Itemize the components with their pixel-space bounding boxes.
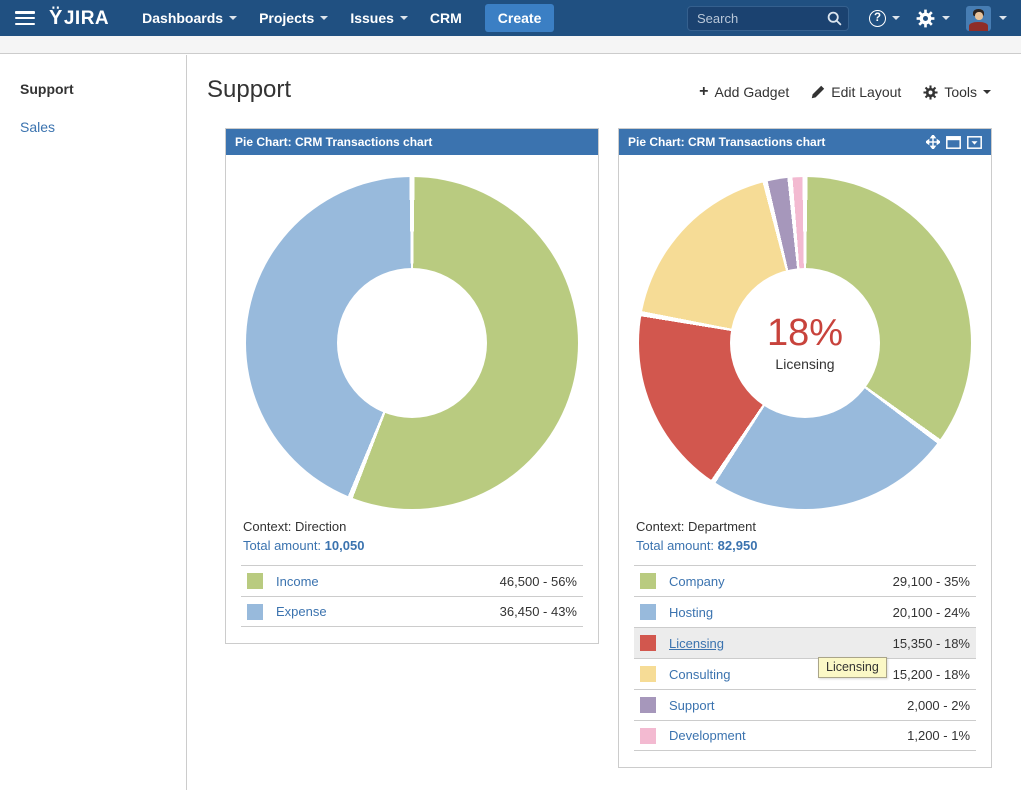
legend-link[interactable]: Development xyxy=(669,728,746,743)
total-amount-line: Total amount: 10,050 xyxy=(243,538,581,553)
gadget-title: Pie Chart: CRM Transactions chart xyxy=(235,135,432,149)
legend-value: 1,200 - 1% xyxy=(907,728,970,743)
edit-layout-button[interactable]: Edit Layout xyxy=(811,84,901,100)
legend-link[interactable]: Hosting xyxy=(669,605,713,620)
expense-swatch xyxy=(247,604,263,620)
move-gadget-icon[interactable] xyxy=(926,135,940,149)
chevron-down-icon xyxy=(400,16,408,20)
dashboard-sidebar: Support Sales xyxy=(0,55,187,790)
avatar xyxy=(966,6,991,31)
plus-icon: + xyxy=(699,83,708,101)
chevron-down-icon xyxy=(983,90,991,94)
search-icon[interactable] xyxy=(827,11,842,26)
legend-table: Company 29,100 - 35% Hosting 20,100 - 24… xyxy=(634,565,976,751)
legend-row-company[interactable]: Company 29,100 - 35% xyxy=(634,565,976,596)
legend-row-licensing[interactable]: Licensing 15,350 - 18% xyxy=(634,627,976,658)
context-line: Context: Direction xyxy=(243,519,581,534)
nav-dashboards[interactable]: Dashboards xyxy=(131,0,248,36)
legend-row-development[interactable]: Development 1,200 - 1% xyxy=(634,720,976,751)
gadget-pie-chart-department: Pie Chart: CRM Transactions chart xyxy=(618,128,992,768)
tools-menu-button[interactable]: Tools xyxy=(923,84,991,100)
legend-row-consulting[interactable]: Consulting 15,200 - 18% xyxy=(634,658,976,689)
admin-settings-menu[interactable] xyxy=(916,9,950,28)
gear-icon xyxy=(916,9,935,28)
legend-link[interactable]: Income xyxy=(276,574,319,589)
development-swatch xyxy=(640,728,656,744)
subheader-strip xyxy=(0,36,1021,54)
hosting-swatch xyxy=(640,604,656,620)
consulting-swatch xyxy=(640,666,656,682)
center-segment-label: Licensing xyxy=(775,356,834,372)
legend-value: 15,350 - 18% xyxy=(893,636,970,651)
licensing-tooltip: Licensing xyxy=(818,657,887,678)
total-amount-line: Total amount: 82,950 xyxy=(636,538,974,553)
legend-row-hosting[interactable]: Hosting 20,100 - 24% xyxy=(634,596,976,627)
app-switcher-icon[interactable] xyxy=(15,11,35,25)
sidebar-item-support[interactable]: Support xyxy=(20,81,186,97)
top-navbar: Ÿ JIRA Dashboards Projects Issues CRM Cr… xyxy=(0,0,1021,36)
legend-value: 29,100 - 35% xyxy=(893,574,970,589)
legend-row-support[interactable]: Support 2,000 - 2% xyxy=(634,689,976,720)
company-swatch xyxy=(640,573,656,589)
gadget-header[interactable]: Pie Chart: CRM Transactions chart xyxy=(226,129,598,155)
context-line: Context: Department xyxy=(636,519,974,534)
legend-value: 20,100 - 24% xyxy=(893,605,970,620)
legend-link[interactable]: Consulting xyxy=(669,667,730,682)
maximize-gadget-icon[interactable] xyxy=(946,136,961,149)
legend-value: 15,200 - 18% xyxy=(893,667,970,682)
legend-table: Income 46,500 - 56% Expense 36,450 - 43% xyxy=(241,565,583,627)
legend-link[interactable]: Support xyxy=(669,698,715,713)
legend-row-expense[interactable]: Expense 36,450 - 43% xyxy=(241,596,583,627)
page-title: Support xyxy=(207,76,291,104)
help-menu[interactable]: ? xyxy=(869,10,900,27)
nav-crm[interactable]: CRM xyxy=(419,0,473,36)
gadget-pie-chart-direction: Pie Chart: CRM Transactions chart Contex… xyxy=(225,128,599,644)
chevron-down-icon xyxy=(999,16,1007,20)
gear-icon xyxy=(923,85,938,100)
center-percent-label: 18% xyxy=(767,314,843,354)
pencil-icon xyxy=(811,85,825,99)
gadget-title: Pie Chart: CRM Transactions chart xyxy=(628,135,825,149)
legend-link[interactable]: Licensing xyxy=(669,636,724,651)
legend-link[interactable]: Company xyxy=(669,574,725,589)
licensing-swatch xyxy=(640,635,656,651)
donut-chart-department[interactable]: 18% Licensing xyxy=(639,177,971,509)
gadget-menu-icon[interactable] xyxy=(967,136,982,149)
create-button[interactable]: Create xyxy=(485,4,555,32)
gadget-header[interactable]: Pie Chart: CRM Transactions chart xyxy=(619,129,991,155)
donut-chart-direction[interactable] xyxy=(246,177,578,509)
jira-logo-mark: Ÿ xyxy=(49,7,63,30)
legend-row-income[interactable]: Income 46,500 - 56% xyxy=(241,565,583,596)
add-gadget-button[interactable]: + Add Gadget xyxy=(699,83,789,101)
income-swatch xyxy=(247,573,263,589)
search-input[interactable] xyxy=(687,6,849,31)
chevron-down-icon xyxy=(320,16,328,20)
sidebar-item-sales[interactable]: Sales xyxy=(20,119,186,135)
jira-logo-text: JIRA xyxy=(64,8,109,30)
legend-value: 2,000 - 2% xyxy=(907,698,970,713)
chevron-down-icon xyxy=(942,16,950,20)
legend-link[interactable]: Expense xyxy=(276,604,327,619)
support-swatch xyxy=(640,697,656,713)
nav-projects[interactable]: Projects xyxy=(248,0,339,36)
chevron-down-icon xyxy=(892,16,900,20)
search-box xyxy=(687,6,849,31)
page-actions: + Add Gadget Edit Layout Tools xyxy=(677,83,991,101)
help-icon: ? xyxy=(869,10,886,27)
jira-logo[interactable]: Ÿ JIRA xyxy=(49,7,109,30)
legend-value: 46,500 - 56% xyxy=(500,574,577,589)
nav-issues[interactable]: Issues xyxy=(339,0,419,36)
legend-value: 36,450 - 43% xyxy=(500,604,577,619)
chevron-down-icon xyxy=(229,16,237,20)
user-profile-menu[interactable] xyxy=(966,6,1007,31)
